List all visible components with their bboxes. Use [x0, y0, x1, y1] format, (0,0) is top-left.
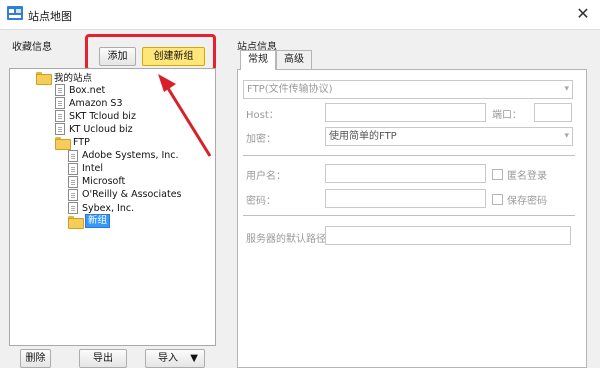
protocol-select[interactable]: FTP(文件传输协议)	[243, 80, 573, 99]
site-icon	[55, 84, 65, 97]
encryption-label: 加密：	[246, 134, 276, 145]
delete-button[interactable]: 删除	[20, 349, 51, 368]
tree-item-label: 我的站点	[54, 73, 93, 84]
favorites-section-label: 收藏信息	[12, 42, 52, 53]
title-bar: 站点地图 ✕	[0, 0, 600, 30]
tree-item-label: Intel	[82, 163, 104, 175]
username-label: 用户名：	[246, 171, 286, 182]
tree-site-item[interactable]: Microsoft	[68, 175, 125, 189]
tree-folder[interactable]: FTP	[55, 136, 90, 150]
tree-item-label: Sybex, Inc.	[82, 202, 135, 214]
tab-advanced[interactable]: 高级	[276, 50, 312, 69]
default-path-label: 服务器的默认路径	[246, 234, 326, 245]
password-label: 密码：	[246, 196, 276, 207]
port-label: 端口：	[492, 110, 522, 121]
tree-site-item[interactable]: SKT Tcloud biz	[55, 109, 136, 123]
tree-site-item[interactable]: Sybex, Inc.	[68, 201, 134, 215]
highlight-annotation	[85, 34, 216, 71]
port-input[interactable]	[534, 103, 572, 122]
anonymous-login-checkbox[interactable]: 匿名登录	[492, 167, 547, 182]
encryption-select[interactable]: 使用简单的FTP	[325, 127, 573, 146]
folder-icon	[68, 215, 84, 229]
tree-item-label: O'Reilly & Associates	[82, 189, 182, 201]
password-input[interactable]	[325, 189, 486, 208]
username-input[interactable]	[325, 164, 486, 183]
tree-folder[interactable]: 我的站点	[36, 70, 93, 85]
export-button[interactable]: 导出	[79, 349, 127, 368]
site-icon	[68, 188, 78, 201]
tab-general[interactable]: 常规	[240, 50, 276, 70]
site-icon	[68, 202, 78, 214]
site-icon	[55, 123, 65, 136]
tree-item-label: KT Ucloud biz	[69, 123, 133, 135]
tree-folder[interactable]: 新组	[68, 214, 111, 229]
tree-rename-input[interactable]: 新组	[85, 214, 111, 229]
tree-item-label: Box.net	[69, 84, 106, 96]
checkbox-icon	[492, 194, 503, 205]
tree-item-label: Microsoft	[82, 176, 126, 188]
tree-site-item[interactable]: KT Ucloud biz	[55, 122, 133, 136]
tree-site-item[interactable]: Intel	[68, 162, 103, 176]
close-icon[interactable]: ✕	[574, 5, 592, 23]
save-password-checkbox[interactable]: 保存密码	[492, 192, 547, 207]
tree-site-item[interactable]: Amazon S3	[55, 96, 123, 110]
divider	[243, 215, 575, 216]
save-password-label: 保存密码	[507, 196, 547, 207]
folder-icon	[55, 137, 71, 150]
host-label: Host：	[246, 110, 279, 121]
anonymous-login-label: 匿名登录	[507, 171, 547, 182]
site-map-icon	[7, 6, 23, 20]
site-icon	[68, 149, 78, 162]
tree-site-item[interactable]: Box.net	[55, 83, 105, 97]
host-input[interactable]	[325, 103, 486, 122]
site-icon	[68, 175, 78, 188]
site-icon	[55, 110, 65, 123]
arrow-annotation	[158, 74, 212, 157]
import-label: 导入	[158, 353, 178, 364]
dropdown-arrow-icon: ▼	[190, 353, 198, 364]
tree-item-label: SKT Tcloud biz	[69, 110, 136, 122]
window-title: 站点地图	[28, 10, 72, 23]
tree-item-label: Amazon S3	[69, 97, 123, 109]
default-path-input[interactable]	[325, 226, 571, 245]
divider	[243, 155, 575, 156]
site-icon	[55, 97, 65, 110]
site-icon	[68, 162, 78, 175]
tree-site-item[interactable]: O'Reilly & Associates	[68, 188, 182, 202]
checkbox-icon	[492, 169, 503, 180]
import-button[interactable]: 导入 ▼	[145, 349, 205, 368]
folder-icon	[36, 71, 52, 85]
tree-item-label: FTP	[73, 137, 90, 148]
